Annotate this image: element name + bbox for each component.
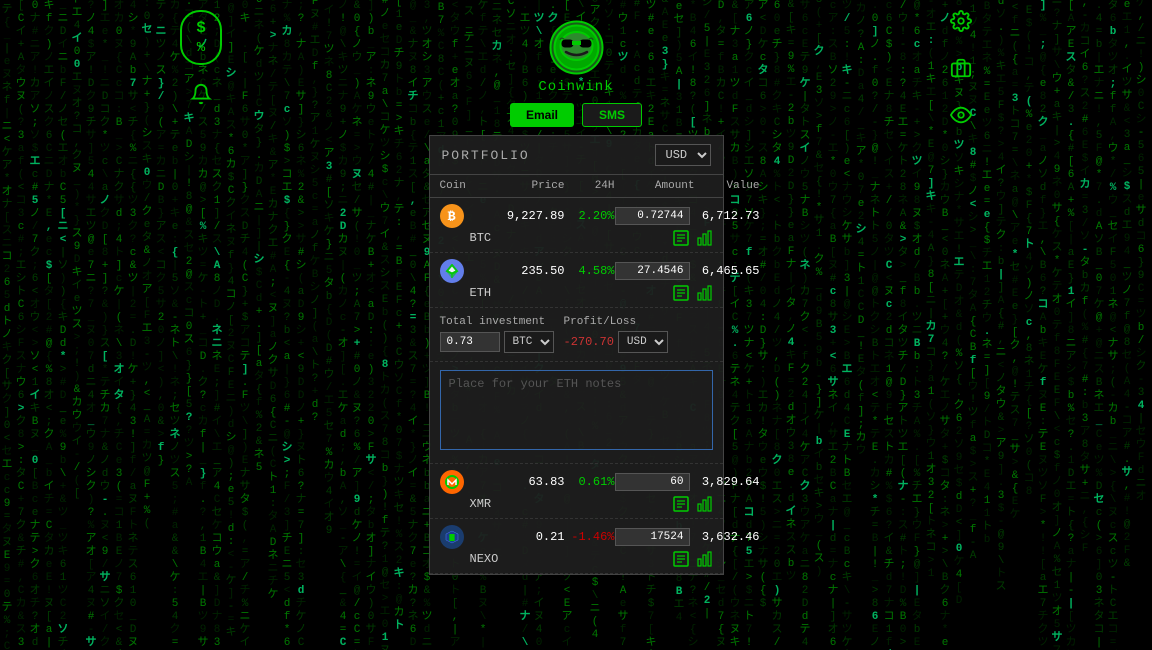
eth-value: 6,465.65 bbox=[695, 264, 760, 278]
bell-svg bbox=[190, 83, 212, 105]
xmr-price: 63.83 bbox=[500, 475, 565, 489]
col-amount: Amount bbox=[615, 180, 695, 192]
col-price: Price bbox=[500, 180, 565, 192]
coin-row-btc: ₿ 9,227.89 2.20% 6,712.73 BTC bbox=[430, 198, 723, 253]
profit-loss-group: Profit/Loss -270.70 USD BTC EUR bbox=[564, 316, 668, 353]
eth-name: ETH bbox=[470, 286, 492, 300]
btc-chart-icon[interactable] bbox=[697, 230, 713, 246]
eth-change: 4.58% bbox=[565, 264, 615, 278]
nexo-amount-input[interactable] bbox=[615, 528, 690, 546]
logo-icon bbox=[549, 20, 604, 75]
xmr-notes-icon[interactable] bbox=[673, 496, 689, 512]
btc-price: 9,227.89 bbox=[500, 209, 565, 223]
table-header: Coin Price 24H Amount Value bbox=[430, 175, 723, 198]
dollar-icon: $ bbox=[196, 19, 206, 37]
col-24h: 24H bbox=[565, 180, 615, 192]
app-title: Coinwink bbox=[538, 79, 613, 95]
nexo-change: -1.46% bbox=[565, 530, 615, 544]
investment-currency-select[interactable]: BTC ETH USD bbox=[504, 331, 554, 353]
btc-actions bbox=[673, 230, 713, 246]
eth-coin-info bbox=[440, 259, 500, 283]
btc-name: BTC bbox=[470, 231, 492, 245]
coin-row-xmr: 63.83 0.61% 3,829.64 XMR bbox=[430, 464, 723, 519]
left-sidebar-icons: $ % bbox=[180, 10, 222, 110]
briefcase-icon[interactable] bbox=[950, 57, 972, 84]
eth-amount-input[interactable] bbox=[615, 262, 690, 280]
xmr-chart-icon[interactable] bbox=[697, 496, 713, 512]
profit-value: -270.70 bbox=[564, 335, 614, 349]
btc-notes-icon[interactable] bbox=[673, 230, 689, 246]
investment-label: Total investment bbox=[440, 316, 554, 328]
coin-row-nexo: N 0.21 -1.46% 3,632.46 NEXO bbox=[430, 519, 723, 574]
profit-controls: -270.70 USD BTC EUR bbox=[564, 331, 668, 353]
settings-icon[interactable] bbox=[950, 10, 972, 37]
nexo-notes-icon[interactable] bbox=[673, 551, 689, 567]
xmr-amount-input[interactable] bbox=[615, 473, 690, 491]
eth-actions bbox=[673, 285, 713, 301]
sms-button[interactable]: SMS bbox=[582, 103, 642, 127]
investment-input[interactable] bbox=[440, 332, 500, 352]
portfolio-title: PORTFOLIO bbox=[442, 148, 530, 163]
nexo-chart-icon[interactable] bbox=[697, 551, 713, 567]
nexo-coin-info: N bbox=[440, 525, 500, 549]
nexo-name: NEXO bbox=[470, 552, 499, 566]
percent-icon: % bbox=[197, 40, 205, 56]
btc-value: 6,712.73 bbox=[695, 209, 760, 223]
svg-text:N: N bbox=[449, 535, 453, 543]
eye-icon[interactable] bbox=[950, 104, 972, 131]
currency-select[interactable]: USD EUR BTC bbox=[655, 144, 711, 166]
btc-change: 2.20% bbox=[565, 209, 615, 223]
profit-label: Profit/Loss bbox=[564, 316, 668, 328]
xmr-coin-info bbox=[440, 470, 500, 494]
coin-row-eth: 235.50 4.58% 6,465.65 ETH bbox=[430, 253, 723, 308]
portfolio-header: PORTFOLIO USD EUR BTC bbox=[430, 136, 723, 175]
eth-chart-icon[interactable] bbox=[697, 285, 713, 301]
portfolio-panel: PORTFOLIO USD EUR BTC Coin Price 24H Amo… bbox=[429, 135, 724, 575]
right-sidebar-icons bbox=[950, 10, 972, 131]
nexo-value: 3,632.46 bbox=[695, 530, 760, 544]
app-header: Coinwink Email SMS bbox=[510, 20, 642, 127]
col-coin: Coin bbox=[440, 180, 500, 192]
email-button[interactable]: Email bbox=[510, 103, 574, 127]
nexo-icon: N bbox=[440, 525, 464, 549]
investment-controls: BTC ETH USD bbox=[440, 331, 554, 353]
eth-notes-icon[interactable] bbox=[673, 285, 689, 301]
bell-icon[interactable] bbox=[190, 83, 212, 110]
profit-currency-select[interactable]: USD BTC EUR bbox=[618, 331, 668, 353]
total-investment-group: Total investment BTC ETH USD bbox=[440, 316, 554, 353]
col-value: Value bbox=[695, 180, 760, 192]
btc-amount-input[interactable] bbox=[615, 207, 690, 225]
app-container: $ % bbox=[0, 0, 1152, 650]
xmr-actions bbox=[673, 496, 713, 512]
xmr-icon bbox=[440, 470, 464, 494]
eth-notes-area bbox=[430, 362, 723, 464]
currency-toggle-icon[interactable]: $ % bbox=[180, 10, 222, 65]
eth-notes-textarea[interactable] bbox=[440, 370, 713, 450]
nexo-price: 0.21 bbox=[500, 530, 565, 544]
eth-icon bbox=[440, 259, 464, 283]
xmr-value: 3,829.64 bbox=[695, 475, 760, 489]
nexo-actions bbox=[673, 551, 713, 567]
xmr-name: XMR bbox=[470, 497, 492, 511]
investment-row: Total investment BTC ETH USD Profit/Loss… bbox=[430, 308, 723, 362]
xmr-change: 0.61% bbox=[565, 475, 615, 489]
notification-buttons: Email SMS bbox=[510, 103, 642, 127]
btc-coin-info: ₿ bbox=[440, 204, 500, 228]
eth-price: 235.50 bbox=[500, 264, 565, 278]
btc-icon: ₿ bbox=[440, 204, 464, 228]
